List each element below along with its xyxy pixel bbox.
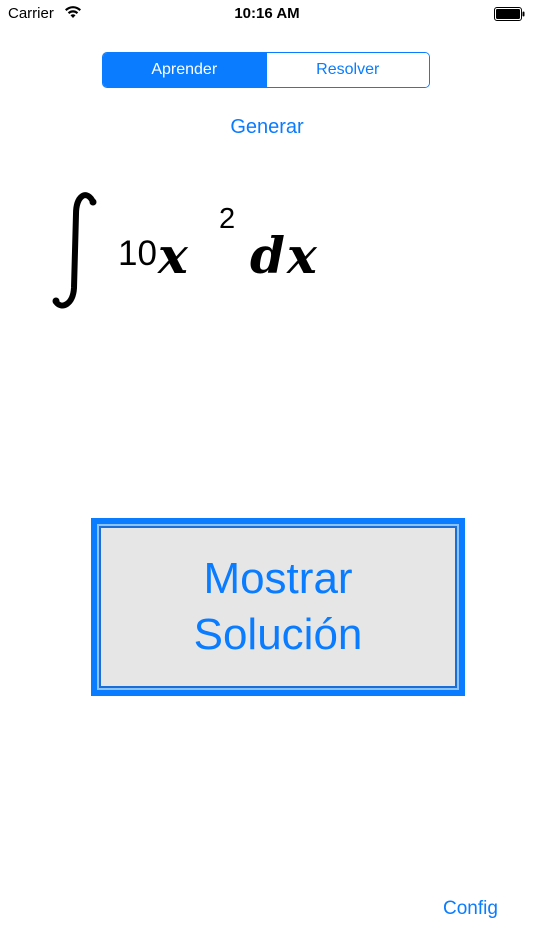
formula-exponent: 2 — [219, 203, 236, 235]
formula-differential: dx — [250, 226, 319, 285]
show-solution-button-face: Mostrar Solución — [97, 524, 459, 690]
segment-aprender[interactable]: Aprender — [103, 53, 266, 87]
segment-resolver[interactable]: Resolver — [265, 53, 429, 87]
show-solution-button[interactable]: Mostrar Solución — [91, 518, 465, 696]
show-solution-label-line1: Mostrar — [203, 554, 353, 603]
formula-variable: x — [158, 226, 188, 285]
integral-sign-icon — [52, 192, 102, 317]
status-bar: Carrier 10:16 AM — [0, 0, 534, 28]
formula-coefficient: 10 — [118, 234, 157, 273]
mode-segmented-control: Aprender Resolver — [102, 52, 430, 88]
clock-time: 10:16 AM — [234, 5, 300, 22]
show-solution-label-line2: Solución — [193, 610, 363, 659]
battery-icon — [494, 7, 526, 26]
config-button[interactable]: Config — [443, 898, 498, 920]
generate-button[interactable]: Generar — [0, 116, 534, 139]
